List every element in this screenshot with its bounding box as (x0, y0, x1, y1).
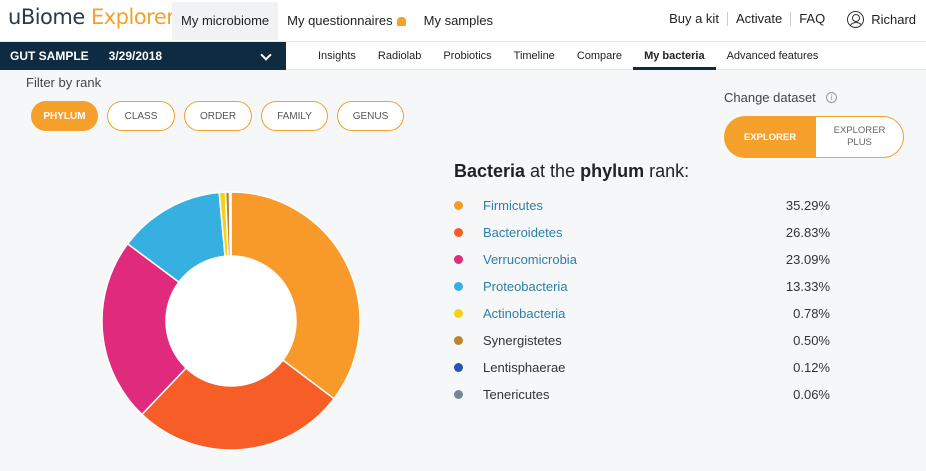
explorer-plus-label: EXPLORER PLUS (833, 125, 886, 148)
legend-percentage: 0.06% (793, 387, 830, 402)
donut-hole (167, 257, 295, 385)
legend-dot (454, 255, 463, 264)
rank-genus-button[interactable]: GENUS (337, 101, 404, 131)
change-dataset-label: Change dataset (724, 90, 816, 105)
legend-label[interactable]: Proteobacteria (483, 279, 568, 294)
dataset-explorer-plus-button[interactable]: EXPLORER PLUS (815, 116, 904, 158)
sub-nav: Insights Radiolab Probiotics Timeline Co… (307, 42, 829, 70)
tab-timeline[interactable]: Timeline (503, 42, 566, 70)
rank-family-button[interactable]: FAMILY (261, 101, 328, 131)
legend-label[interactable]: Firmicutes (483, 198, 543, 213)
legend-row: Actinobacteria 0.78% (454, 300, 834, 327)
nav-my-samples[interactable]: My samples (415, 2, 502, 40)
legend-row: Proteobacteria 13.33% (454, 273, 834, 300)
phylum-legend: Firmicutes 35.29% Bacteroidetes 26.83% Verru… (454, 192, 834, 408)
tab-my-bacteria[interactable]: My bacteria (633, 42, 716, 70)
legend-percentage: 23.09% (785, 252, 830, 267)
tab-compare[interactable]: Compare (566, 42, 633, 70)
nav-my-questionnaires[interactable]: My questionnaires (278, 2, 415, 40)
tab-radiolab[interactable]: Radiolab (367, 42, 432, 70)
rank-order-button[interactable]: ORDER (184, 101, 252, 131)
rank-class-button[interactable]: CLASS (107, 101, 175, 131)
bell-icon (396, 17, 406, 26)
legend-label[interactable]: Actinobacteria (483, 306, 565, 321)
tab-insights[interactable]: Insights (307, 42, 367, 70)
legend-label: Synergistetes (483, 333, 562, 348)
legend-dot (454, 390, 463, 399)
legend-row: Lentisphaerae 0.12% (454, 354, 834, 381)
legend-percentage: 0.78% (793, 306, 830, 321)
chevron-down-icon (260, 49, 272, 61)
faq-link[interactable]: FAQ (791, 12, 833, 26)
legend-row: Bacteroidetes 26.83% (454, 219, 834, 246)
legend-percentage: 0.12% (793, 360, 830, 375)
legend-dot (454, 309, 463, 318)
legend-percentage: 13.33% (785, 279, 830, 294)
legend-dot (454, 228, 463, 237)
legend-percentage: 35.29% (785, 198, 830, 213)
tab-advanced-features[interactable]: Advanced features (716, 42, 830, 70)
dataset-explorer-button[interactable]: EXPLORER (724, 116, 816, 158)
legend-label[interactable]: Verrucomicrobia (483, 252, 577, 267)
chart-heading: Bacteria at the phylum rank: (454, 161, 690, 181)
legend-percentage: 0.50% (793, 333, 830, 348)
info-icon[interactable]: i (826, 92, 837, 103)
user-icon[interactable] (847, 10, 865, 28)
sample-selector[interactable]: GUT SAMPLE 3/29/2018 (0, 42, 286, 70)
legend-row: Verrucomicrobia 23.09% (454, 246, 834, 273)
account-nav: Buy a kit Activate FAQ Richard (661, 0, 916, 38)
user-name[interactable]: Richard (871, 12, 916, 27)
sample-label: GUT SAMPLE (10, 49, 89, 63)
main-nav: My microbiome My questionnaires My sampl… (172, 0, 502, 41)
nav-my-microbiome[interactable]: My microbiome (172, 1, 279, 40)
legend-dot (454, 363, 463, 372)
legend-row: Synergistetes 0.50% (454, 327, 834, 354)
legend-dot (454, 336, 463, 345)
sample-date: 3/29/2018 (108, 49, 163, 63)
buy-kit-link[interactable]: Buy a kit (661, 12, 728, 26)
legend-row: Firmicutes 35.29% (454, 192, 834, 219)
legend-percentage: 26.83% (785, 225, 830, 240)
top-bar: uBiome Explorer My microbiome My questio… (0, 0, 926, 42)
filter-label: Filter by rank (26, 75, 102, 90)
activate-link[interactable]: Activate (728, 12, 792, 26)
legend-label: Tenericutes (483, 387, 550, 402)
phylum-donut-chart (101, 191, 361, 451)
rank-phylum-button[interactable]: PHYLUM (31, 101, 98, 131)
legend-label: Lentisphaerae (483, 360, 566, 375)
app-logo[interactable]: uBiome Explorer (8, 5, 175, 29)
tab-probiotics[interactable]: Probiotics (432, 42, 502, 70)
legend-label[interactable]: Bacteroidetes (483, 225, 563, 240)
legend-row: Tenericutes 0.06% (454, 381, 834, 408)
legend-dot (454, 282, 463, 291)
legend-dot (454, 201, 463, 210)
